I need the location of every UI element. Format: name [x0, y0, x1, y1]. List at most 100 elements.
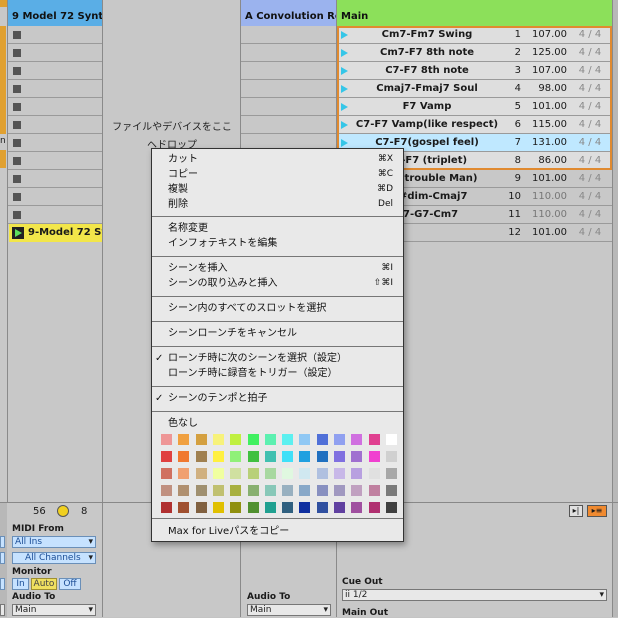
menu-item-delete[interactable]: 削除 Del: [152, 197, 403, 212]
color-swatch[interactable]: [247, 468, 259, 479]
color-swatch[interactable]: [230, 468, 242, 479]
menu-item-capture-insert[interactable]: シーンの取り込みと挿入 ⇧⌘I: [152, 276, 403, 291]
color-swatch[interactable]: [299, 485, 311, 496]
menu-item-tempo-sig[interactable]: ✓ シーンのテンポと拍子: [152, 391, 403, 406]
color-swatch[interactable]: [299, 434, 311, 445]
color-swatch[interactable]: [385, 434, 397, 445]
left-edge-dropdown[interactable]: [0, 536, 5, 548]
color-swatch[interactable]: [351, 485, 363, 496]
menu-item-copy[interactable]: コピー ⌘C: [152, 167, 403, 182]
color-swatch[interactable]: [161, 502, 172, 513]
menu-item-cut[interactable]: カット ⌘X: [152, 152, 403, 167]
color-swatch[interactable]: [178, 485, 190, 496]
stop-button-icon[interactable]: [13, 103, 21, 111]
color-swatch[interactable]: [334, 468, 345, 479]
color-swatch[interactable]: [368, 502, 380, 513]
scene-row[interactable]: C7-F7 8th note 3 107.00 4 / 4: [337, 62, 612, 80]
clip-slot[interactable]: [8, 170, 102, 188]
conv-audio-to-dropdown[interactable]: Main: [247, 604, 331, 616]
color-swatch[interactable]: [161, 468, 172, 479]
color-swatch[interactable]: [351, 451, 363, 462]
color-swatch[interactable]: [264, 434, 276, 445]
stop-button-icon[interactable]: [13, 175, 21, 183]
menu-item-select-slots[interactable]: シーン内のすべてのスロットを選択: [152, 301, 403, 316]
menu-item-copy-path[interactable]: Max for Liveパスをコピー: [152, 524, 403, 539]
color-swatch[interactable]: [247, 502, 259, 513]
stop-button-icon[interactable]: [13, 85, 21, 93]
color-swatch[interactable]: [316, 451, 328, 462]
menu-item-insert-scene[interactable]: シーンを挿入 ⌘I: [152, 261, 403, 276]
color-swatch[interactable]: [195, 502, 207, 513]
scene-tempo[interactable]: 86.00: [525, 152, 567, 169]
left-edge-dropdown-2[interactable]: [0, 552, 5, 564]
scene-tempo[interactable]: 110.00: [525, 206, 567, 223]
track-title[interactable]: A Convolution Re: [241, 7, 336, 26]
track-title[interactable]: 9 Model 72 Synth: [8, 7, 102, 26]
scene-launch-icon[interactable]: [341, 121, 348, 129]
color-swatch[interactable]: [212, 451, 224, 462]
color-swatch[interactable]: [178, 451, 190, 462]
scene-tempo[interactable]: 131.00: [525, 134, 567, 151]
scene-row[interactable]: Cmaj7-Fmaj7 Soul 4 98.00 4 / 4: [337, 80, 612, 98]
stop-button-icon[interactable]: [13, 121, 21, 129]
scene-signature[interactable]: 4 / 4: [571, 224, 609, 241]
color-swatch[interactable]: [161, 485, 172, 496]
color-swatch[interactable]: [385, 468, 397, 479]
meter-knob-icon[interactable]: [57, 505, 69, 517]
scene-signature[interactable]: 4 / 4: [571, 116, 609, 133]
scene-launch-icon[interactable]: [341, 49, 348, 57]
left-edge-dropdown-3[interactable]: [0, 604, 5, 616]
color-swatch[interactable]: [264, 468, 276, 479]
color-swatch[interactable]: [299, 502, 311, 513]
color-swatch[interactable]: [178, 434, 190, 445]
menu-item-edit-info[interactable]: インフォテキストを編集: [152, 236, 403, 251]
clip-slot-playing[interactable]: 9-Model 72 Syn: [9, 224, 102, 242]
scene-tempo[interactable]: 101.00: [525, 170, 567, 187]
scene-launch-icon[interactable]: [341, 85, 348, 93]
color-swatch[interactable]: [316, 434, 328, 445]
scene-row[interactable]: C7-F7 Vamp(like respect) 6 115.00 4 / 4: [337, 116, 612, 134]
scene-launch-icon[interactable]: [341, 103, 348, 111]
color-swatch[interactable]: [385, 451, 397, 462]
color-swatch[interactable]: [195, 434, 207, 445]
scene-row[interactable]: Cm7-F7 8th note 2 125.00 4 / 4: [337, 44, 612, 62]
clip-slot[interactable]: [8, 188, 102, 206]
color-swatch[interactable]: [282, 502, 294, 513]
menu-item-select-next[interactable]: ✓ ローンチ時に次のシーンを選択（設定）: [152, 351, 403, 366]
monitor-in-button[interactable]: In: [12, 578, 29, 590]
scene-tempo[interactable]: 107.00: [525, 62, 567, 79]
color-swatch[interactable]: [161, 434, 172, 445]
scene-signature[interactable]: 4 / 4: [571, 188, 609, 205]
scene-signature[interactable]: 4 / 4: [571, 170, 609, 187]
scene-launch-icon[interactable]: [341, 31, 348, 39]
clip-slot[interactable]: [241, 62, 336, 80]
color-swatch[interactable]: [282, 434, 294, 445]
stop-button-icon[interactable]: [13, 193, 21, 201]
color-swatch[interactable]: [264, 502, 276, 513]
clip-slot[interactable]: [8, 134, 102, 152]
scene-signature[interactable]: 4 / 4: [571, 44, 609, 61]
stop-button-icon[interactable]: [13, 211, 21, 219]
color-swatch[interactable]: [385, 502, 397, 513]
color-swatch[interactable]: [351, 468, 363, 479]
color-swatch[interactable]: [230, 485, 242, 496]
scene-tempo[interactable]: 101.00: [525, 224, 567, 241]
scene-signature[interactable]: 4 / 4: [571, 152, 609, 169]
stop-button-icon[interactable]: [13, 157, 21, 165]
color-swatch[interactable]: [212, 434, 224, 445]
clip-slot[interactable]: [8, 80, 102, 98]
color-swatch[interactable]: [351, 434, 363, 445]
scene-launch-icon[interactable]: [341, 139, 348, 147]
color-swatch[interactable]: [212, 502, 224, 513]
scene-signature[interactable]: 4 / 4: [571, 134, 609, 151]
color-swatch[interactable]: [247, 451, 259, 462]
clip-slot[interactable]: [241, 44, 336, 62]
scene-tempo[interactable]: 98.00: [525, 80, 567, 97]
monitor-auto-button[interactable]: Auto: [31, 578, 57, 590]
color-swatch[interactable]: [212, 468, 224, 479]
color-swatch[interactable]: [351, 502, 363, 513]
color-swatch[interactable]: [385, 485, 397, 496]
color-swatch[interactable]: [316, 502, 328, 513]
scene-tempo[interactable]: 101.00: [525, 98, 567, 115]
color-swatch[interactable]: [368, 434, 380, 445]
